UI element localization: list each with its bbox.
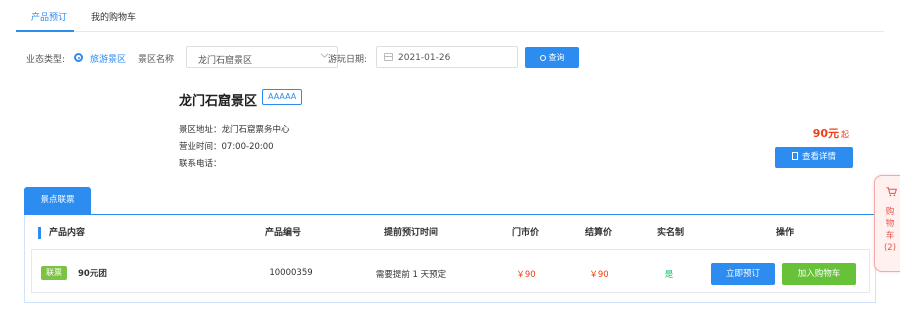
- scenic-name-value: 龙门石窟景区: [198, 56, 253, 66]
- header-advance-time: 提前预订时间: [384, 228, 439, 238]
- tab-my-cart[interactable]: 我的购物车: [91, 10, 136, 23]
- floating-cart-char: 物: [885, 219, 895, 229]
- business-type-option[interactable]: 旅游景区: [90, 52, 126, 65]
- panel-top-border: [24, 214, 876, 215]
- settle-price: ￥90: [589, 270, 609, 280]
- floating-cart[interactable]: 购 物 车 (2): [874, 175, 900, 272]
- scenic-title: 龙门石窟景区: [179, 94, 258, 109]
- document-icon: [791, 152, 798, 160]
- floating-cart-count: (2): [883, 243, 897, 253]
- filter-bar: 业态类型: 旅游景区 景区名称 龙门石窟景区 游玩日期: 2021-01-26 …: [26, 46, 884, 68]
- query-button-label: 查询: [548, 53, 565, 62]
- product-type-badge: 联票: [41, 266, 67, 280]
- header-product-code: 产品编号: [265, 228, 302, 238]
- floating-cart-label: 购 物 车 (2): [875, 206, 900, 254]
- scenic-name-select[interactable]: 龙门石窟景区: [186, 46, 338, 68]
- tab-scenic-combo-ticket[interactable]: 景点联票: [24, 187, 91, 214]
- scenic-hours: 营业时间：07:00-20:00: [179, 142, 274, 152]
- starting-price-value: 90元: [812, 127, 839, 140]
- floating-cart-char: 车: [885, 231, 895, 241]
- view-details-label: 查看详情: [801, 152, 836, 162]
- floating-cart-char: 购: [885, 207, 895, 217]
- top-tabs: 产品预订 我的购物车: [16, 0, 884, 32]
- header-settle-price: 结算价: [585, 228, 613, 238]
- real-name-flag: 是: [664, 270, 674, 280]
- starting-price-suffix: 起: [841, 130, 849, 139]
- tab-product-booking[interactable]: 产品预订: [31, 10, 67, 23]
- section-marker: [38, 227, 41, 239]
- header-actions: 操作: [776, 228, 795, 238]
- business-type-label: 业态类型:: [26, 55, 66, 65]
- business-type-radio[interactable]: [74, 53, 83, 62]
- header-real-name: 实名制: [657, 228, 685, 238]
- cart-icon: [886, 187, 897, 197]
- play-date-input[interactable]: 2021-01-26: [376, 46, 518, 68]
- advance-booking: 需要提前 1 天预定: [375, 270, 447, 280]
- view-details-button[interactable]: 查看详情: [775, 147, 853, 168]
- search-icon: [539, 55, 546, 61]
- book-now-button[interactable]: 立即预订: [711, 263, 775, 285]
- header-product-content: 产品内容: [49, 228, 86, 238]
- scenic-phone: 联系电话：: [179, 159, 222, 169]
- active-tab-underline: [16, 30, 74, 32]
- add-to-cart-button[interactable]: 加入购物车: [782, 263, 856, 285]
- play-date-value: 2021-01-26: [398, 53, 451, 63]
- starting-price: 90元起: [813, 125, 849, 141]
- query-button[interactable]: 查询: [525, 47, 579, 68]
- market-price: ￥90: [516, 270, 536, 280]
- product-code: 10000359: [269, 268, 313, 278]
- calendar-icon: [384, 53, 393, 61]
- product-name: 90元团: [78, 269, 107, 279]
- play-date-label: 游玩日期:: [328, 55, 368, 65]
- scenic-name-label: 景区名称: [138, 55, 175, 65]
- rating-badge: AAAAA: [262, 89, 303, 105]
- scenic-address: 景区地址：龙门石窟票务中心: [179, 125, 290, 135]
- header-market-price: 门市价: [512, 228, 540, 238]
